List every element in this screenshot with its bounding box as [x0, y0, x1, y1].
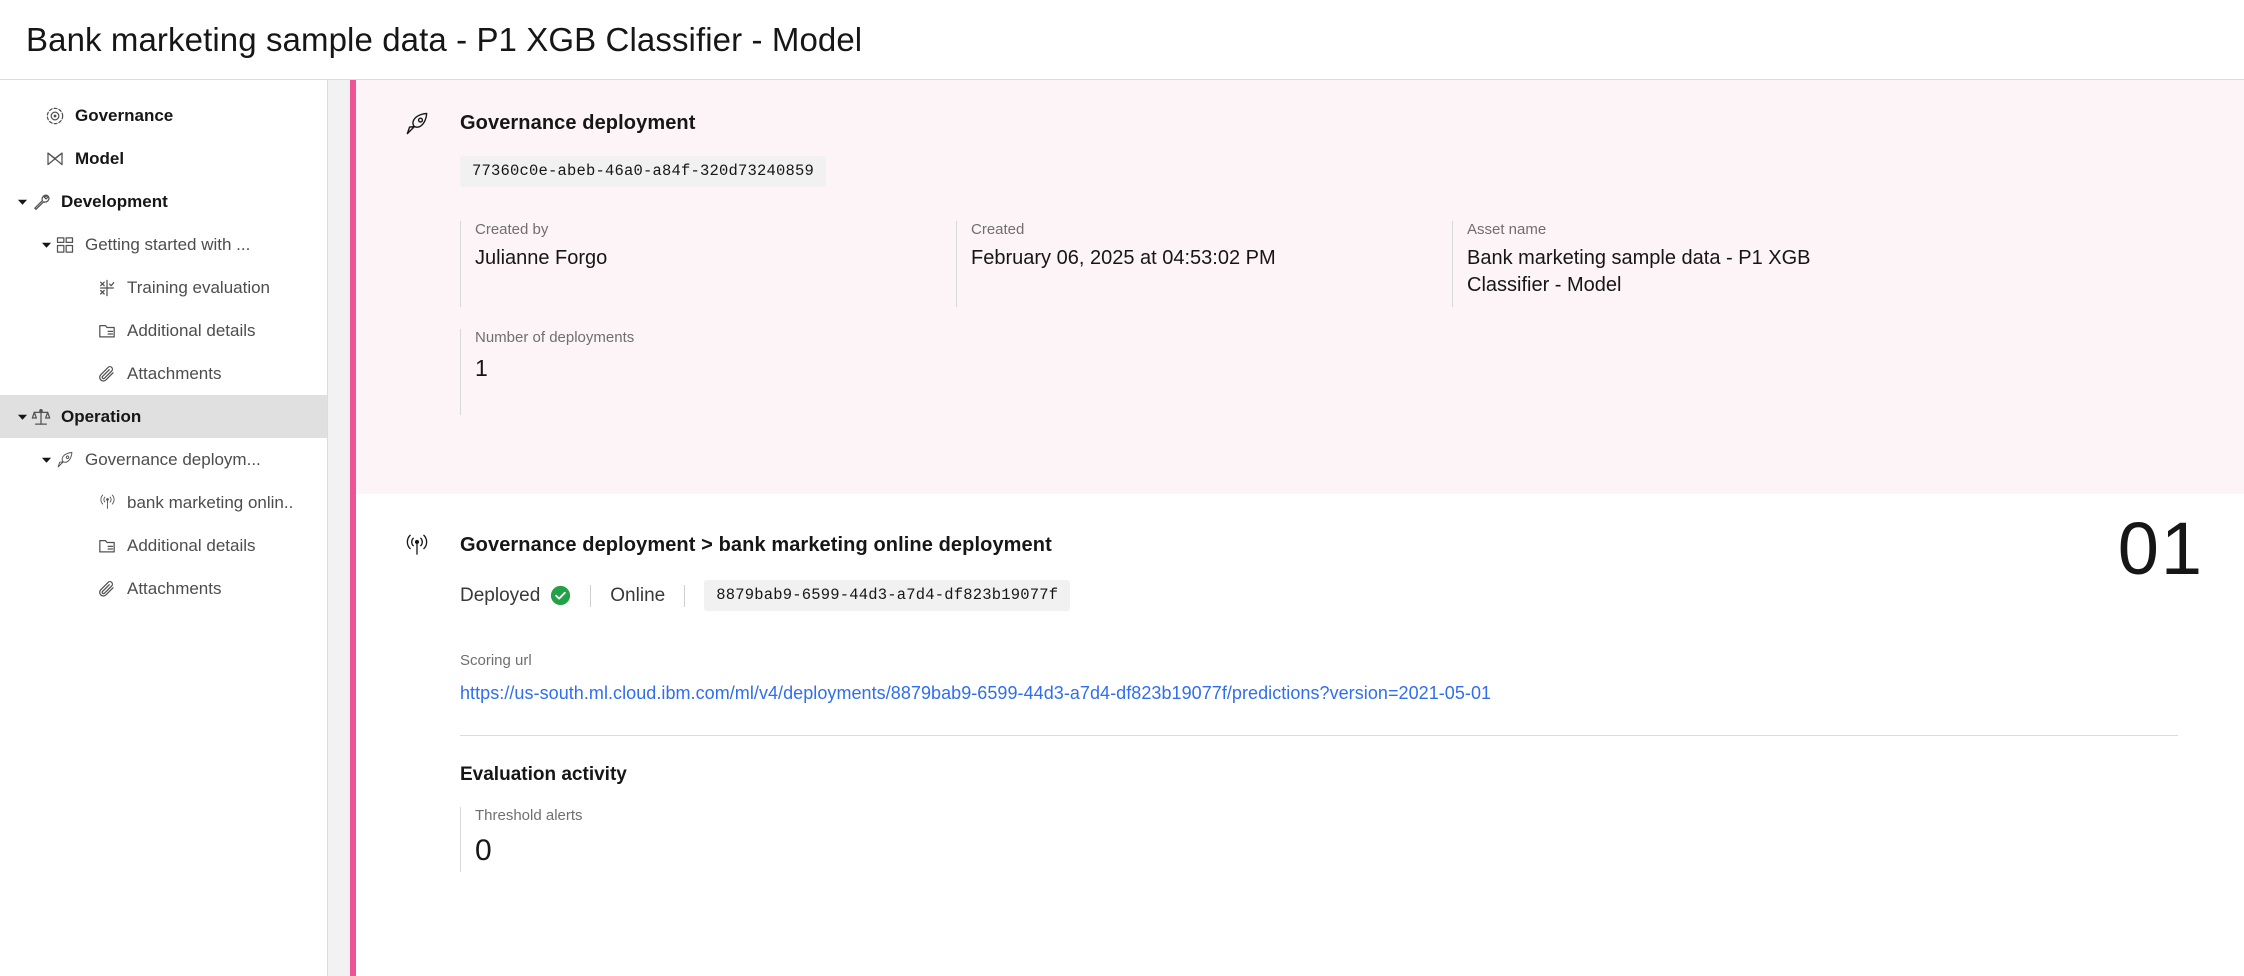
rocket-icon: [54, 449, 76, 471]
scoring-url-block: Scoring url https://us-south.ml.cloud.ib…: [460, 652, 2204, 704]
sidebar-item-additional-details[interactable]: Additional details: [0, 524, 327, 567]
online-deployment-header: Governance deployment > bank marketing o…: [406, 534, 2204, 557]
number-of-deployments-field: Number of deployments 1: [460, 329, 956, 415]
sidebar-item-attachments[interactable]: Attachments: [0, 567, 327, 610]
threshold-alerts-value: 0: [475, 834, 492, 867]
status-ok-check-icon: [550, 585, 571, 606]
governance-metadata-grid: Created by Julianne Forgo Created Februa…: [460, 221, 2204, 307]
online-deployment-section: 01 Governance deployment > bank marketin…: [350, 494, 2244, 976]
number-of-deployments-label: Number of deployments: [475, 329, 635, 346]
sidebar-item-getting-started-with[interactable]: Getting started with ...: [0, 223, 327, 266]
paperclip-icon: [96, 363, 118, 385]
asset-name-value: Bank marketing sample data - P1 XGB Clas…: [1467, 247, 1811, 296]
chevron-down-icon[interactable]: [38, 452, 54, 468]
chevron-down-icon[interactable]: [14, 194, 30, 210]
created-by-value: Julianne Forgo: [475, 247, 608, 269]
threshold-alerts-label: Threshold alerts: [475, 807, 583, 824]
governance-deployment-section: Governance deployment 77360c0e-abeb-46a0…: [350, 80, 2244, 494]
sidebar-item-bank-marketing-onlin[interactable]: bank marketing onlin..: [0, 481, 327, 524]
section-title: Governance deployment: [460, 112, 696, 134]
broadcast-icon: [402, 531, 432, 561]
scoring-url-label: Scoring url: [460, 652, 532, 669]
sidebar-item-governance-deploym[interactable]: Governance deploym...: [0, 438, 327, 481]
created-by-field: Created by Julianne Forgo: [460, 221, 956, 307]
online-deployment-uuid[interactable]: 8879bab9-6599-44d3-a7d4-df823b19077f: [704, 580, 1071, 611]
created-value: February 06, 2025 at 04:53:02 PM: [971, 247, 1276, 269]
sidebar-item-label: Training evaluation: [127, 278, 271, 297]
sidebar-item-label: Operation: [61, 407, 142, 426]
status-divider: [684, 584, 686, 607]
status-divider: [590, 584, 592, 607]
wrench-icon: [30, 191, 52, 213]
section-title: Governance deployment > bank marketing o…: [460, 534, 1052, 556]
governance-icon: [44, 105, 66, 127]
body-wrapper: Governance Model Development Getting starte…: [0, 80, 2244, 976]
scales-icon: [30, 406, 52, 428]
sidebar-item-label: Attachments: [127, 579, 222, 598]
deployment-connectivity-label: Online: [610, 584, 666, 606]
section-divider: [460, 735, 2178, 736]
paperclip-icon: [96, 578, 118, 600]
sidebar-item-governance[interactable]: Governance: [0, 94, 327, 137]
sidebar-item-label: Governance: [75, 106, 174, 125]
page-header: Bank marketing sample data - P1 XGB Clas…: [0, 0, 2244, 80]
governance-deployment-uuid[interactable]: 77360c0e-abeb-46a0-a84f-320d73240859: [460, 156, 827, 187]
sidebar-item-label: Development: [61, 192, 168, 211]
sidebar-item-operation[interactable]: Operation: [0, 395, 327, 438]
sidebar-item-label: bank marketing onlin..: [127, 493, 294, 512]
model-icon: [44, 148, 66, 170]
asset-name-label: Asset name: [1467, 221, 1547, 238]
sidebar-item-label: Governance deploym...: [85, 450, 261, 469]
sidebar-item-development[interactable]: Development: [0, 180, 327, 223]
number-of-deployments-value: 1: [475, 355, 488, 381]
main-content: Governance deployment 77360c0e-abeb-46a0…: [328, 80, 2244, 976]
created-label: Created: [971, 221, 1025, 238]
rocket-icon: [402, 109, 432, 139]
sidebar-item-attachments[interactable]: Attachments: [0, 352, 327, 395]
document-icon: [96, 535, 118, 557]
page-title: Bank marketing sample data - P1 XGB Clas…: [26, 20, 863, 58]
document-icon: [96, 320, 118, 342]
governance-deployment-header: Governance deployment: [406, 112, 2204, 135]
broadcast-icon: [96, 492, 118, 514]
scoring-url-link[interactable]: https://us-south.ml.cloud.ibm.com/ml/v4/…: [460, 683, 1491, 704]
asset-name-field: Asset name Bank marketing sample data - …: [1452, 221, 1922, 307]
threshold-alerts-field: Threshold alerts 0: [460, 807, 2204, 872]
created-by-label: Created by: [475, 221, 549, 238]
sidebar-item-training-evaluation[interactable]: Training evaluation: [0, 266, 327, 309]
sidebar-item-label: Attachments: [127, 364, 222, 383]
sidebar-item-label: Model: [75, 149, 125, 168]
sidebar-item-label: Getting started with ...: [85, 235, 251, 254]
sidebar-item-label: Additional details: [127, 536, 256, 555]
dashboard-icon: [54, 234, 76, 256]
sidebar-item-additional-details[interactable]: Additional details: [0, 309, 327, 352]
evaluation-activity-title: Evaluation activity: [460, 764, 627, 785]
sidebar-item-model[interactable]: Model: [0, 137, 327, 180]
chevron-down-icon[interactable]: [14, 409, 30, 425]
deployment-status-label: Deployed: [460, 584, 541, 606]
deployment-status-row: Deployed Online 8879bab9-6599-44d3-a7d4-…: [460, 580, 2204, 611]
sidebar-item-label: Additional details: [127, 321, 256, 340]
chevron-down-icon[interactable]: [38, 237, 54, 253]
created-field: Created February 06, 2025 at 04:53:02 PM: [956, 221, 1452, 307]
evaluation-icon: [96, 277, 118, 299]
sidebar-nav: Governance Model Development Getting starte…: [0, 80, 328, 976]
